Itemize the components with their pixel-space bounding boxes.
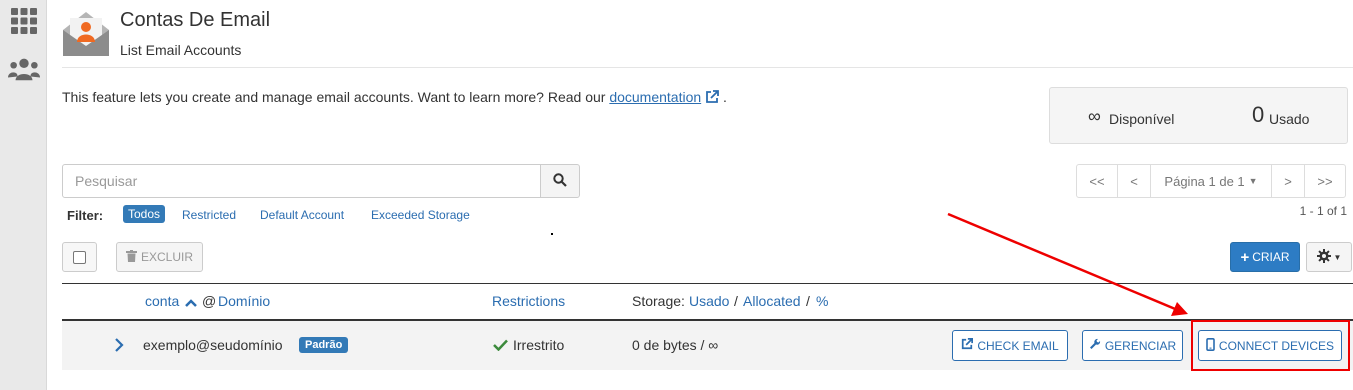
gear-icon bbox=[1316, 248, 1331, 266]
quota-stats: ∞ Disponível 0 Usado bbox=[1049, 87, 1348, 144]
filter-exceeded-storage[interactable]: Exceeded Storage bbox=[371, 208, 470, 222]
storage-usage: 0 de bytes / ∞ bbox=[632, 337, 719, 353]
create-label: CRIAR bbox=[1252, 250, 1290, 264]
manage-label: GERENCIAR bbox=[1104, 338, 1177, 353]
column-domain-header[interactable]: Domínio bbox=[218, 293, 270, 309]
divider bbox=[62, 67, 1353, 68]
sort-asc-icon[interactable] bbox=[184, 295, 198, 311]
column-storage-separator-2: / bbox=[806, 293, 810, 309]
filter-restricted[interactable]: Restricted bbox=[182, 208, 236, 222]
column-storage-prefix: Storage: bbox=[632, 293, 685, 309]
manage-button[interactable]: GERENCIAR bbox=[1082, 330, 1183, 361]
page-prev-button[interactable]: < bbox=[1117, 164, 1151, 198]
filter-label: Filter: bbox=[67, 208, 104, 223]
wrench-icon bbox=[1089, 338, 1101, 353]
search-input[interactable]: Pesquisar bbox=[62, 164, 541, 198]
annotation-arrow bbox=[947, 212, 1188, 316]
check-email-button[interactable]: CHECK EMAIL bbox=[952, 330, 1068, 361]
page-title: Contas De Email bbox=[120, 9, 271, 31]
column-restrictions-header[interactable]: Restrictions bbox=[492, 293, 565, 309]
page-next-button[interactable]: > bbox=[1271, 164, 1305, 198]
available-label: Disponível bbox=[1109, 111, 1175, 127]
column-storage-separator: / bbox=[734, 293, 738, 309]
column-storage-percent-header[interactable]: % bbox=[816, 293, 828, 309]
plus-icon: + bbox=[1240, 248, 1250, 266]
external-link-icon[interactable] bbox=[705, 89, 719, 107]
column-storage-used-header[interactable]: Usado bbox=[689, 293, 729, 309]
users-icon[interactable] bbox=[8, 53, 40, 85]
column-at-symbol: @ bbox=[202, 293, 217, 309]
delete-button[interactable]: EXCLUIR bbox=[116, 242, 203, 272]
pagination: << < Página 1 de 1 ▼ > >> bbox=[1076, 164, 1346, 198]
stray-dot bbox=[551, 233, 553, 235]
sidebar bbox=[0, 0, 47, 390]
expand-chevron-icon[interactable] bbox=[114, 338, 124, 355]
search-icon bbox=[553, 172, 567, 190]
filter-all[interactable]: Todos bbox=[123, 205, 166, 223]
intro-body: This feature lets you create and manage … bbox=[62, 89, 610, 105]
checkbox-box bbox=[73, 250, 86, 264]
check-email-label: CHECK EMAIL bbox=[977, 338, 1059, 353]
page-first-button[interactable]: << bbox=[1076, 164, 1118, 198]
external-link-icon bbox=[961, 338, 974, 353]
default-badge: Padrão bbox=[299, 337, 349, 353]
used-value: 0 bbox=[1252, 102, 1265, 127]
select-all-checkbox[interactable] bbox=[62, 242, 97, 272]
filter-default-account[interactable]: Default Account bbox=[260, 208, 344, 222]
check-icon bbox=[493, 338, 508, 354]
settings-menu-button[interactable]: ▼ bbox=[1306, 242, 1352, 272]
main-content: Contas De Email List Email Accounts This… bbox=[47, 0, 1353, 390]
infinity-icon: ∞ bbox=[1088, 106, 1101, 126]
delete-label: EXCLUIR bbox=[140, 250, 193, 264]
column-account-header[interactable]: conta bbox=[145, 293, 179, 309]
documentation-link[interactable]: documentation bbox=[609, 89, 701, 105]
search-button[interactable] bbox=[540, 164, 580, 198]
page-subtitle: List Email Accounts bbox=[120, 42, 242, 58]
restriction-status: Irrestrito bbox=[513, 337, 565, 353]
email-envelope-icon bbox=[61, 8, 111, 58]
create-button[interactable]: + CRIAR bbox=[1230, 242, 1300, 272]
annotation-highlight-box bbox=[1191, 320, 1350, 371]
page-label: Página 1 de 1 bbox=[1164, 173, 1245, 189]
intro-text: This feature lets you create and manage … bbox=[62, 89, 727, 107]
intro-end: . bbox=[722, 89, 727, 105]
column-storage-allocated-header[interactable]: Allocated bbox=[743, 293, 801, 309]
page-select[interactable]: Página 1 de 1 ▼ bbox=[1150, 164, 1272, 198]
trash-icon bbox=[125, 249, 137, 265]
caret-down-icon: ▼ bbox=[1333, 252, 1342, 262]
result-count: 1 - 1 of 1 bbox=[1299, 204, 1347, 218]
caret-down-icon: ▼ bbox=[1248, 176, 1258, 186]
used-label: Usado bbox=[1269, 111, 1310, 127]
email-address: exemplo@seudomínio bbox=[143, 337, 283, 353]
page-last-button[interactable]: >> bbox=[1304, 164, 1346, 198]
apps-grid-icon[interactable] bbox=[8, 5, 40, 37]
